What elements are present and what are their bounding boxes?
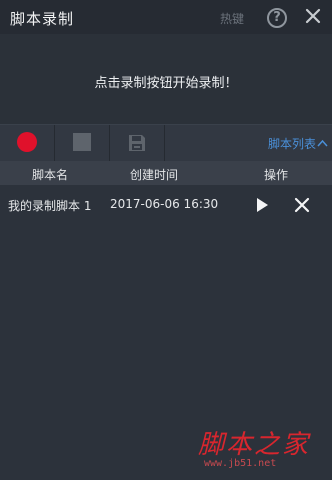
script-created-time: 2017-06-06 16:30 [110, 197, 219, 211]
stop-icon [73, 133, 91, 151]
watermark-url: www.jb51.net [204, 458, 277, 469]
recording-toolbar: 脚本列表 [0, 124, 332, 161]
instruction-text: 点击录制按钮开始录制！ [94, 76, 238, 91]
column-header-name: 脚本名 [32, 168, 69, 182]
watermark-text: 脚本之家 [198, 430, 311, 460]
hotkey-button[interactable]: 热键 [220, 10, 244, 27]
title-bar: 脚本录制 热键 ? [0, 0, 332, 34]
script-name: 我的录制脚本 1 [8, 199, 92, 213]
chevron-up-icon [317, 139, 328, 147]
record-button[interactable] [0, 125, 55, 161]
script-list-label: 脚本列表 [267, 137, 316, 151]
table-header: 脚本名 创建时间 操作 [0, 161, 332, 185]
save-icon [129, 135, 145, 151]
help-icon[interactable]: ? [267, 8, 287, 28]
save-button[interactable] [110, 125, 165, 161]
column-header-actions: 操作 [264, 168, 289, 182]
watermark: 脚本之家 www.jb51.net [190, 420, 332, 480]
script-list-toggle[interactable]: 脚本列表 [268, 135, 328, 152]
stop-button[interactable] [55, 125, 110, 161]
window-title: 脚本录制 [10, 10, 75, 28]
close-icon[interactable] [303, 6, 323, 26]
column-header-created: 创建时间 [130, 168, 179, 182]
record-icon [17, 132, 37, 152]
play-icon[interactable] [254, 197, 270, 213]
delete-icon[interactable] [294, 197, 310, 213]
table-row[interactable]: 我的录制脚本 1 2017-06-06 16:30 [0, 193, 332, 217]
instruction-panel: 点击录制按钮开始录制！ [0, 34, 332, 124]
